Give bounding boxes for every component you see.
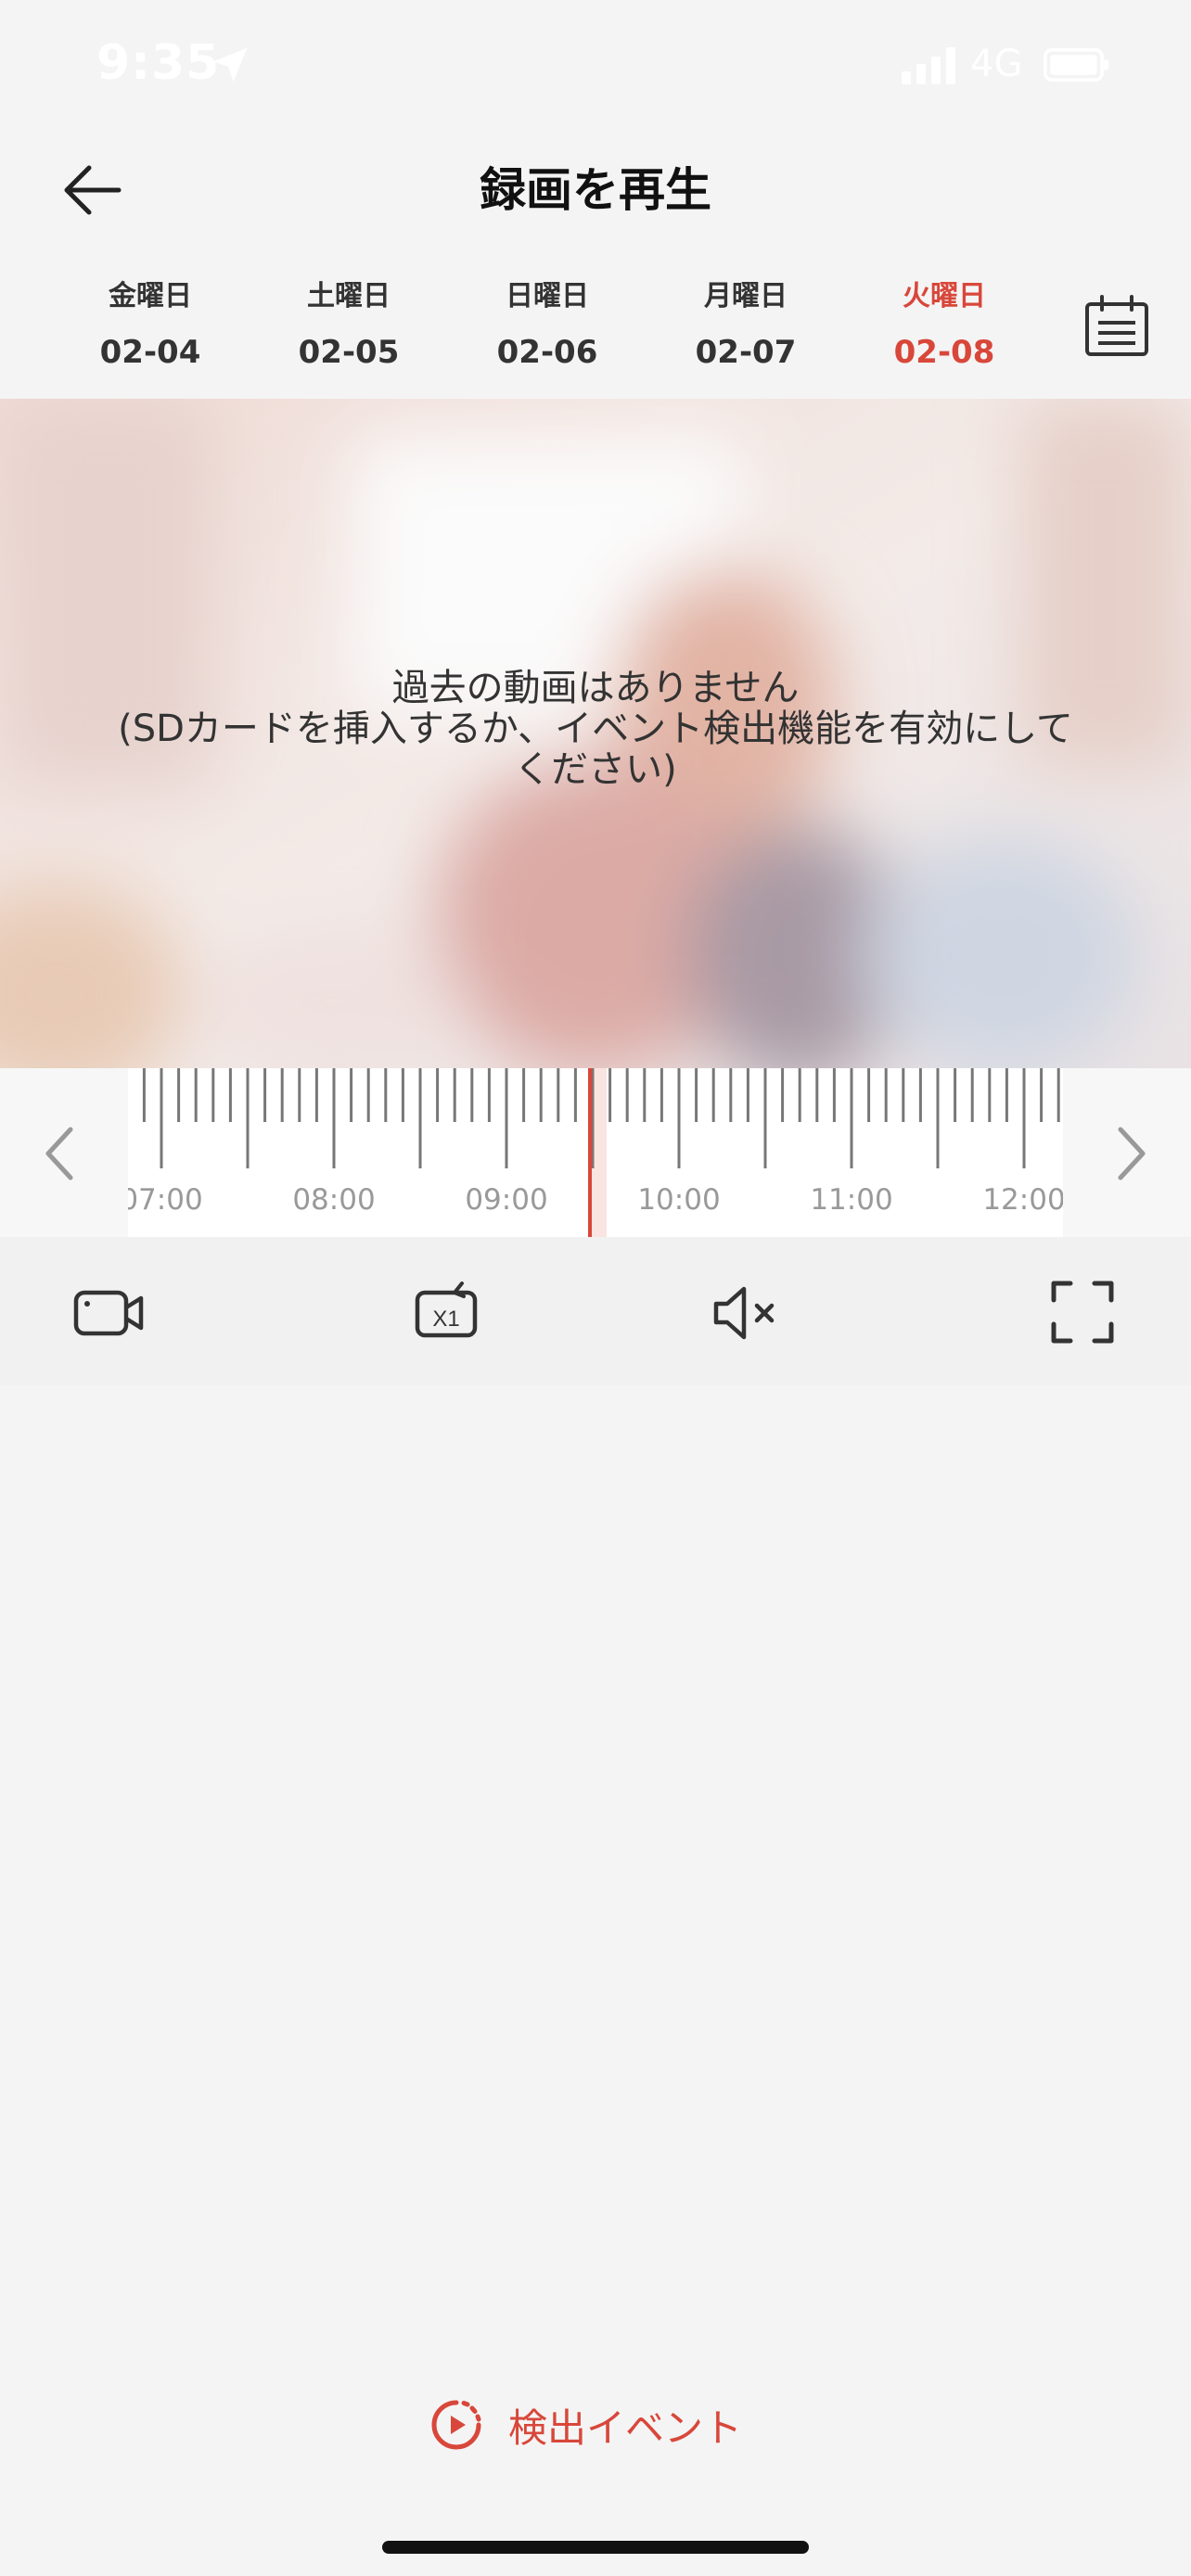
timeline-track[interactable]: 07:00 08:00 09:00 10:00 11:00 12:00 [128, 1068, 1063, 1237]
detection-event-play-icon [431, 2400, 481, 2450]
record-button[interactable] [67, 1270, 150, 1354]
timeline-hour-label: 10:00 [637, 1183, 720, 1217]
date-tab-date: 02-06 [496, 334, 598, 371]
video-camera-icon [73, 1290, 144, 1336]
date-tab-date: 02-08 [893, 334, 995, 371]
timeline-ruler: 07:00 08:00 09:00 10:00 11:00 12:00 [128, 1068, 1063, 1237]
date-tab-3[interactable]: 月曜日 02-07 [653, 269, 839, 380]
svg-text:X1: X1 [432, 1307, 459, 1332]
location-arrow-icon [212, 47, 248, 83]
back-button[interactable] [56, 158, 130, 223]
date-selector: 金曜日 02-04 土曜日 02-05 日曜日 02-06 月曜日 02-07 … [0, 269, 1191, 399]
date-tab-date: 02-04 [99, 334, 201, 371]
page-title: 録画を再生 [480, 163, 711, 217]
timeline-next-button[interactable] [1063, 1068, 1191, 1237]
battery-icon [1044, 48, 1109, 82]
timeline-hour-label: 07:00 [128, 1183, 203, 1217]
detection-events-button[interactable]: 検出イベント [427, 2392, 742, 2457]
timeline-prev-button[interactable] [0, 1068, 128, 1237]
date-tab-date: 02-05 [298, 334, 400, 371]
network-type: 4G [970, 43, 1023, 85]
date-tab-weekday: 日曜日 [506, 280, 589, 312]
status-bar: 9:35 4G [0, 0, 1191, 130]
date-tab-weekday: 土曜日 [307, 280, 391, 312]
date-tab-date: 02-07 [695, 334, 797, 371]
signal-strength-icon [902, 47, 955, 84]
video-player[interactable]: 過去の動画はありません (SDカードを挿入するか、イベント検出機能を有効にして … [0, 399, 1191, 1068]
no-video-line-2: (SDカードを挿入するか、イベント検出機能を有効にして [118, 708, 1073, 750]
no-video-message: 過去の動画はありません (SDカードを挿入するか、イベント検出機能を有効にして … [56, 668, 1135, 790]
mute-button[interactable] [703, 1270, 787, 1354]
fullscreen-button[interactable] [1041, 1270, 1124, 1354]
date-tab-2[interactable]: 日曜日 02-06 [455, 269, 640, 380]
no-video-line-3: ください) [514, 748, 677, 791]
playback-controls: X1 [0, 1237, 1191, 1385]
back-arrow-icon [64, 165, 122, 215]
mute-icon [713, 1286, 775, 1340]
calendar-button[interactable] [1083, 295, 1150, 358]
date-tab-weekday: 火曜日 [903, 280, 986, 312]
playback-speed-button[interactable]: X1 [406, 1270, 490, 1354]
date-tab-0[interactable]: 金曜日 02-04 [58, 269, 243, 380]
timeline-hour-label: 08:00 [292, 1183, 375, 1217]
detection-events-label: 検出イベント [508, 2404, 743, 2451]
timeline-hour-label: 11:00 [810, 1183, 892, 1217]
no-video-line-1: 過去の動画はありません [391, 667, 800, 709]
home-indicator [382, 2541, 809, 2554]
chevron-right-icon [1118, 1127, 1146, 1180]
date-tab-4-active[interactable]: 火曜日 02-08 [852, 269, 1037, 380]
calendar-icon [1085, 295, 1148, 356]
fullscreen-icon [1051, 1281, 1114, 1344]
date-tab-1[interactable]: 土曜日 02-05 [256, 269, 442, 380]
timeline-hour-label: 09:00 [465, 1183, 547, 1217]
timeline-hour-label: 12:00 [982, 1183, 1063, 1217]
status-time: 9:35 [96, 35, 221, 91]
date-tab-weekday: 金曜日 [109, 280, 192, 312]
date-tab-weekday: 月曜日 [704, 280, 788, 312]
playback-speed-x1-icon: X1 [415, 1282, 478, 1338]
chevron-left-icon [45, 1127, 73, 1180]
timeline: 07:00 08:00 09:00 10:00 11:00 12:00 [0, 1068, 1191, 1237]
